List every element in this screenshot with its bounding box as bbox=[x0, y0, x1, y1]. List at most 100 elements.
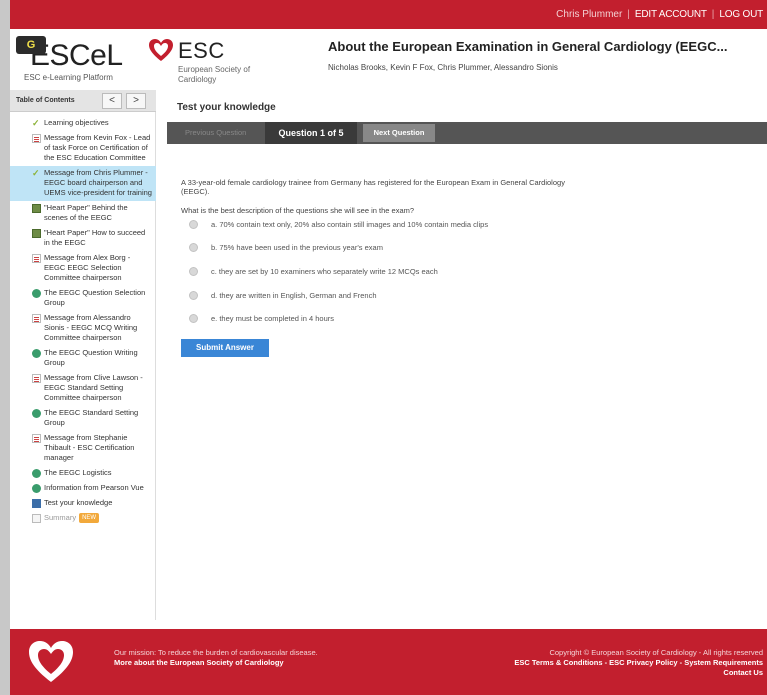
escel-subtitle: ESC e-Learning Platform bbox=[24, 73, 113, 82]
radio-button[interactable] bbox=[189, 291, 198, 300]
answer-option-label: c. they are set by 10 examiners who sepa… bbox=[211, 267, 438, 276]
esc-subtitle: European Society of Cardiology bbox=[178, 65, 251, 84]
main-content: Test your knowledge Previous Question Qu… bbox=[167, 90, 767, 620]
toc-item-label: "Heart Paper" How to succeed in the EEGC bbox=[44, 228, 146, 247]
document-icon bbox=[32, 434, 41, 443]
check-icon: ✓ bbox=[32, 168, 40, 178]
course-authors: Nicholas Brooks, Kevin F Fox, Chris Plum… bbox=[328, 63, 558, 72]
toc-title: Table of Contents bbox=[16, 97, 75, 104]
copyright-text: Copyright © European Society of Cardiolo… bbox=[549, 648, 763, 657]
contact-us-link[interactable]: Contact Us bbox=[514, 668, 763, 678]
globe-icon bbox=[32, 484, 41, 493]
globe-icon bbox=[32, 289, 41, 298]
radio-button[interactable] bbox=[189, 243, 198, 252]
toc-item-label: The EEGC Standard Setting Group bbox=[44, 408, 139, 427]
toc-item-active[interactable]: ✓ Message from Chris Plummer - EEGC board… bbox=[10, 166, 156, 201]
toc-item[interactable]: The EEGC Logistics bbox=[10, 466, 156, 481]
toc-item[interactable]: Information from Pearson Vue bbox=[10, 481, 156, 496]
esc-logo[interactable]: ESC European Society of Cardiology bbox=[148, 38, 263, 86]
toc-item[interactable]: Message from Kevin Fox - Lead of task Fo… bbox=[10, 131, 156, 166]
image-icon bbox=[32, 229, 41, 238]
toc-item-label: Message from Clive Lawson - EEGC Standar… bbox=[44, 373, 143, 402]
toc-header: Table of Contents < > bbox=[10, 90, 156, 112]
document-icon bbox=[32, 134, 41, 143]
toc-item[interactable]: ✓ Learning objectives bbox=[10, 116, 156, 131]
previous-question-button[interactable]: Previous Question bbox=[185, 128, 246, 137]
toc-item-label: Message from Chris Plummer - EEGC board … bbox=[44, 168, 152, 197]
submit-answer-button[interactable]: Submit Answer bbox=[181, 339, 269, 357]
footer-links[interactable]: ESC Terms & Conditions - ESC Privacy Pol… bbox=[514, 658, 763, 668]
toc-item-label: Message from Alex Borg - EEGC EEGC Selec… bbox=[44, 253, 131, 282]
document-icon bbox=[32, 254, 41, 263]
check-icon: ✓ bbox=[32, 118, 40, 128]
toc-item[interactable]: Message from Alex Borg - EEGC EEGC Selec… bbox=[10, 251, 156, 286]
summary-icon bbox=[32, 514, 41, 523]
esc-heart-icon bbox=[149, 39, 173, 61]
logout-link[interactable]: LOG OUT bbox=[719, 9, 763, 20]
toc-item-label: Summary bbox=[44, 513, 77, 522]
g-badge-icon[interactable]: G bbox=[16, 36, 46, 54]
toc-prev-button[interactable]: < bbox=[102, 93, 122, 109]
toc-item-label: The EEGC Question Selection Group bbox=[44, 288, 146, 307]
esc-logo-text: ESC bbox=[178, 38, 225, 63]
radio-button[interactable] bbox=[189, 314, 198, 323]
globe-icon bbox=[32, 469, 41, 478]
esc-heart-icon bbox=[29, 641, 73, 682]
answer-option-label: b. 75% have been used in the previous ye… bbox=[211, 243, 383, 252]
toc-item-label: Message from Stephanie Thibault - ESC Ce… bbox=[44, 433, 135, 462]
separator: | bbox=[627, 9, 630, 20]
image-icon bbox=[32, 204, 41, 213]
toc-item-label: Information from Pearson Vue bbox=[44, 483, 144, 492]
toc-item-label: Learning objectives bbox=[44, 118, 109, 127]
document-icon bbox=[32, 314, 41, 323]
toc-item[interactable]: Message from Alessandro Sionis - EEGC MC… bbox=[10, 311, 156, 346]
document-icon bbox=[32, 374, 41, 383]
answer-option-label: a. 70% contain text only, 20% also conta… bbox=[211, 220, 489, 229]
course-title: About the European Examination in Genera… bbox=[328, 39, 728, 54]
more-about-link[interactable]: More about the European Society of Cardi… bbox=[114, 658, 318, 668]
quiz-icon bbox=[32, 499, 41, 508]
new-badge: NEW bbox=[79, 513, 100, 523]
toc-item[interactable]: "Heart Paper" Behind the scenes of the E… bbox=[10, 201, 156, 226]
top-bar: Chris Plummer | EDIT ACCOUNT | LOG OUT bbox=[10, 0, 767, 29]
toc-item[interactable]: "Heart Paper" How to succeed in the EEGC bbox=[10, 226, 156, 251]
escel-logo[interactable]: ESCeL G ESC e-Learning Platform bbox=[14, 33, 134, 87]
toc-item-label: "Heart Paper" Behind the scenes of the E… bbox=[44, 203, 128, 222]
toc-item-label: Message from Alessandro Sionis - EEGC MC… bbox=[44, 313, 138, 342]
question-nav: Previous Question Question 1 of 5 Next Q… bbox=[167, 122, 767, 144]
user-name: Chris Plummer bbox=[556, 9, 623, 20]
toc-item[interactable]: The EEGC Standard Setting Group bbox=[10, 406, 156, 431]
radio-button[interactable] bbox=[189, 220, 198, 229]
next-question-button[interactable]: Next Question bbox=[363, 124, 435, 142]
radio-button[interactable] bbox=[189, 267, 198, 276]
edit-account-link[interactable]: EDIT ACCOUNT bbox=[635, 9, 707, 20]
question-intro: A 33-year-old female cardiology trainee … bbox=[181, 178, 565, 196]
globe-icon bbox=[32, 349, 41, 358]
globe-icon bbox=[32, 409, 41, 418]
question-counter: Question 1 of 5 bbox=[265, 122, 357, 144]
toc-list: ✓ Learning objectives Message from Kevin … bbox=[10, 116, 156, 526]
toc-item-label: Test your knowledge bbox=[44, 498, 113, 507]
answer-option-label: e. they must be completed in 4 hours bbox=[211, 314, 334, 323]
page-frame: Chris Plummer | EDIT ACCOUNT | LOG OUT ESCeL… bbox=[10, 0, 767, 695]
footer: Our mission: To reduce the burden of car… bbox=[10, 629, 767, 695]
toc-item-label: The EEGC Logistics bbox=[44, 468, 112, 477]
table-of-contents: Table of Contents < > ✓ Learning objectiv… bbox=[10, 90, 156, 620]
mission-text: Our mission: To reduce the burden of car… bbox=[114, 648, 318, 668]
question-text: What is the best description of the ques… bbox=[181, 206, 415, 215]
toc-item[interactable]: Summary NEW bbox=[10, 511, 156, 526]
toc-item-label: Message from Kevin Fox - Lead of task Fo… bbox=[44, 133, 151, 162]
toc-item[interactable]: Message from Clive Lawson - EEGC Standar… bbox=[10, 371, 156, 406]
header: ESCeL G ESC e-Learning Platform ESC Euro… bbox=[10, 29, 767, 90]
copyright-block: Copyright © European Society of Cardiolo… bbox=[514, 648, 763, 678]
toc-item-label: The EEGC Question Writing Group bbox=[44, 348, 138, 367]
separator: | bbox=[711, 9, 715, 20]
content-title: Test your knowledge bbox=[177, 102, 276, 113]
toc-item[interactable]: The EEGC Question Writing Group bbox=[10, 346, 156, 371]
user-links: Chris Plummer | EDIT ACCOUNT | LOG OUT bbox=[556, 9, 763, 20]
toc-next-button[interactable]: > bbox=[126, 93, 146, 109]
answer-option-label: d. they are written in English, German a… bbox=[211, 291, 377, 300]
toc-item[interactable]: The EEGC Question Selection Group bbox=[10, 286, 156, 311]
toc-item[interactable]: Test your knowledge bbox=[10, 496, 156, 511]
toc-item[interactable]: Message from Stephanie Thibault - ESC Ce… bbox=[10, 431, 156, 466]
